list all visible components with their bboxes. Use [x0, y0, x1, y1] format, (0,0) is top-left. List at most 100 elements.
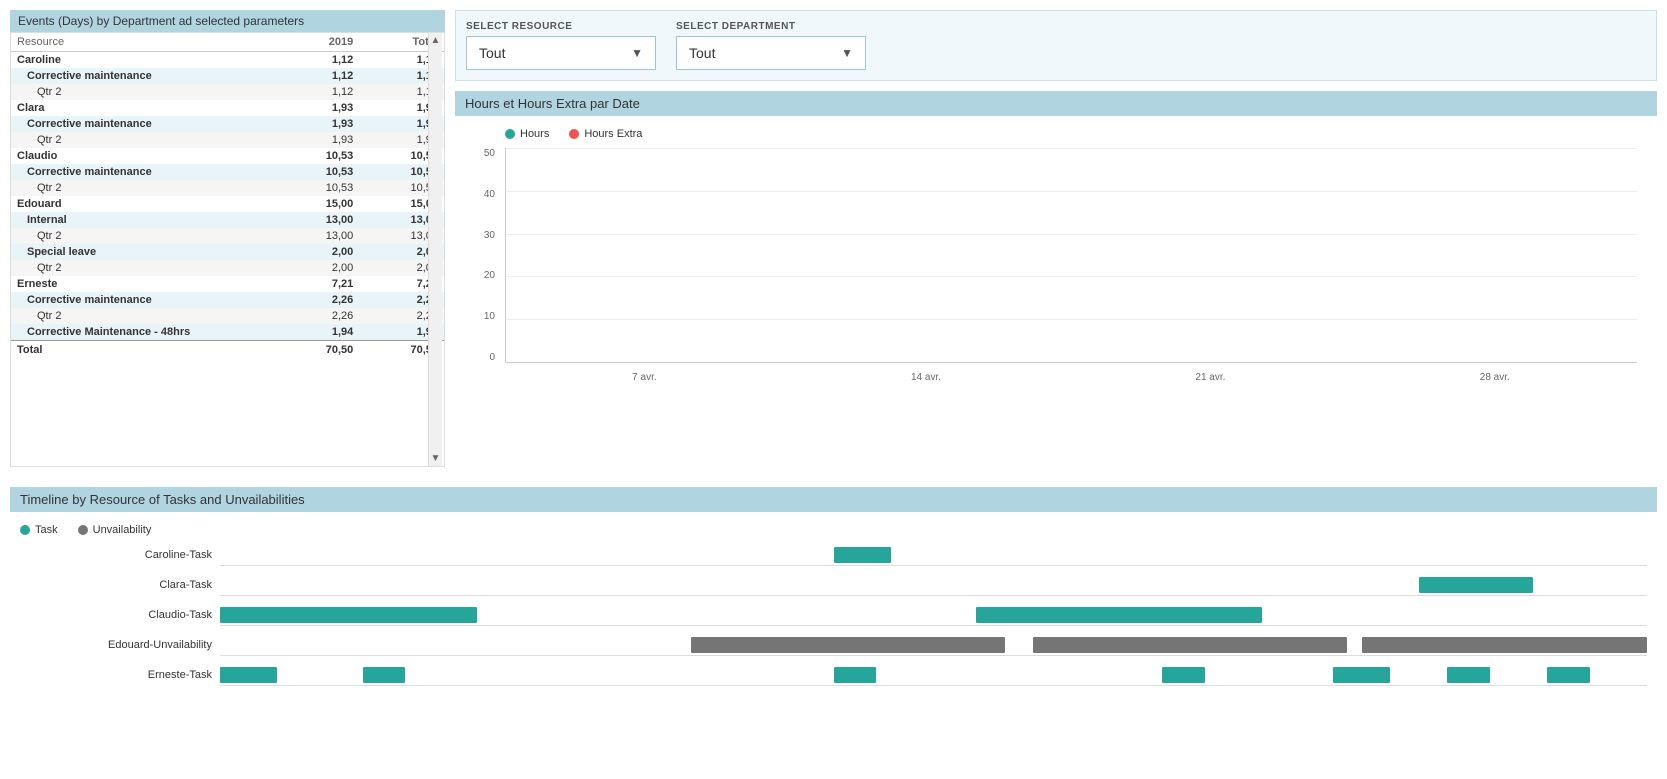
row-2019: 1,12	[275, 52, 360, 69]
task-legend: Task	[20, 524, 58, 536]
bar-group	[1289, 148, 1330, 362]
row-label: Erneste	[11, 276, 275, 292]
bar-group	[1548, 148, 1589, 362]
timeline-legend: Task Unvailability	[10, 520, 1657, 544]
row-label: Edouard	[11, 196, 275, 212]
row-label: Corrective maintenance	[11, 164, 275, 180]
unavail-legend-label: Unvailability	[93, 524, 152, 536]
timeline-track	[220, 634, 1647, 656]
department-select-value: Tout	[689, 45, 715, 61]
timeline-bar	[834, 667, 877, 683]
timeline-row-label: Edouard-Unvailability	[20, 639, 220, 651]
hours-extra-legend-label: Hours Extra	[584, 128, 642, 140]
resource-select-value: Tout	[479, 45, 505, 61]
x-label-21avr: 21 avr.	[1195, 372, 1225, 383]
task-legend-label: Task	[35, 524, 58, 536]
bar-group	[726, 148, 767, 362]
bar-group	[510, 148, 551, 362]
row-label: Qtr 2	[11, 228, 275, 244]
main-container: Events (Days) by Department ad selected …	[0, 0, 1667, 779]
top-section: Events (Days) by Department ad selected …	[10, 10, 1657, 467]
bar-group	[683, 148, 724, 362]
bar-group	[1202, 148, 1243, 362]
row-2019: 13,00	[275, 212, 360, 228]
col-resource: Resource	[11, 33, 275, 52]
scroll-down-button[interactable]: ▼	[431, 453, 441, 464]
row-2019: 10,53	[275, 180, 360, 196]
bottom-section: Timeline by Resource of Tasks and Unvail…	[10, 487, 1657, 686]
timeline-bar	[363, 667, 406, 683]
table-row: Internal13,0013,00	[11, 212, 444, 228]
table-row: Special leave2,002,00	[11, 244, 444, 260]
timeline-row: Caroline-Task	[20, 544, 1647, 566]
timeline-row-label: Caroline-Task	[20, 549, 220, 561]
timeline-row-label: Erneste-Task	[20, 669, 220, 681]
bar-group	[856, 148, 897, 362]
bar-group	[1029, 148, 1070, 362]
bar-group	[770, 148, 811, 362]
row-label: Internal	[11, 212, 275, 228]
table-row: Corrective maintenance1,931,93	[11, 116, 444, 132]
scroll-indicator[interactable]: ▲ ▼	[428, 33, 442, 466]
table-wrapper: Resource 2019 Total Caroline1,121,12Corr…	[10, 32, 445, 467]
bar-group	[1116, 148, 1157, 362]
right-section: SELECT RESOURCE Tout ▼ SELECT DEPARTMENT…	[455, 10, 1657, 467]
row-label: Corrective maintenance	[11, 68, 275, 84]
table-row: Erneste7,217,21	[11, 276, 444, 292]
row-2019: 2,00	[275, 244, 360, 260]
scroll-up-button[interactable]: ▲	[431, 35, 441, 46]
timeline-title: Timeline by Resource of Tasks and Unvail…	[10, 487, 1657, 512]
table-row: Qtr 21,121,12	[11, 84, 444, 100]
bar-group	[1592, 148, 1633, 362]
row-label: Qtr 2	[11, 308, 275, 324]
table-row: Qtr 210,5310,53	[11, 180, 444, 196]
timeline-track	[220, 574, 1647, 596]
bar-group	[1462, 148, 1503, 362]
timeline-row: Edouard-Unvailability	[20, 634, 1647, 656]
hours-extra-legend-dot	[569, 129, 579, 139]
hours-extra-legend: Hours Extra	[569, 128, 642, 140]
bar-group	[899, 148, 940, 362]
table-row: Qtr 213,0013,00	[11, 228, 444, 244]
row-label: Corrective maintenance	[11, 292, 275, 308]
bar-group	[1375, 148, 1416, 362]
y-label-30: 30	[484, 230, 495, 241]
resource-select[interactable]: Tout ▼	[466, 36, 656, 70]
table-section: Events (Days) by Department ad selected …	[10, 10, 445, 467]
row-2019: 1,93	[275, 116, 360, 132]
table-row: Clara1,931,93	[11, 100, 444, 116]
timeline-row-label: Claudio-Task	[20, 609, 220, 621]
row-2019: 7,21	[275, 276, 360, 292]
timeline-bar	[1419, 577, 1533, 593]
department-select[interactable]: Tout ▼	[676, 36, 866, 70]
row-2019: 13,00	[275, 228, 360, 244]
y-label-50: 50	[484, 148, 495, 159]
bar-group	[640, 148, 681, 362]
bars-container	[506, 148, 1637, 362]
table-row: Corrective maintenance2,262,26	[11, 292, 444, 308]
bar-group	[1505, 148, 1546, 362]
timeline-area: Caroline-TaskClara-TaskClaudio-TaskEdoua…	[10, 544, 1657, 686]
total-label: Total	[11, 341, 275, 360]
timeline-row: Claudio-Task	[20, 604, 1647, 626]
row-2019: 15,00	[275, 196, 360, 212]
total-2019: 70,50	[275, 341, 360, 360]
timeline-bar	[220, 667, 277, 683]
table-row: Claudio10,5310,53	[11, 148, 444, 164]
row-label: Corrective Maintenance - 48hrs	[11, 324, 275, 341]
col-2019: 2019	[275, 33, 360, 52]
timeline-track	[220, 604, 1647, 626]
table-row: Qtr 22,002,00	[11, 260, 444, 276]
total-row: Total70,5070,50	[11, 341, 444, 360]
data-table: Resource 2019 Total Caroline1,121,12Corr…	[11, 33, 444, 359]
bar-group	[1419, 148, 1460, 362]
x-label-28avr: 28 avr.	[1480, 372, 1510, 383]
bar-group	[597, 148, 638, 362]
bar-group	[986, 148, 1027, 362]
table-row: Qtr 22,262,26	[11, 308, 444, 324]
hours-legend-dot	[505, 129, 515, 139]
row-label: Caroline	[11, 52, 275, 69]
unavail-legend: Unvailability	[78, 524, 152, 536]
table-row: Edouard15,0015,00	[11, 196, 444, 212]
y-label-40: 40	[484, 189, 495, 200]
